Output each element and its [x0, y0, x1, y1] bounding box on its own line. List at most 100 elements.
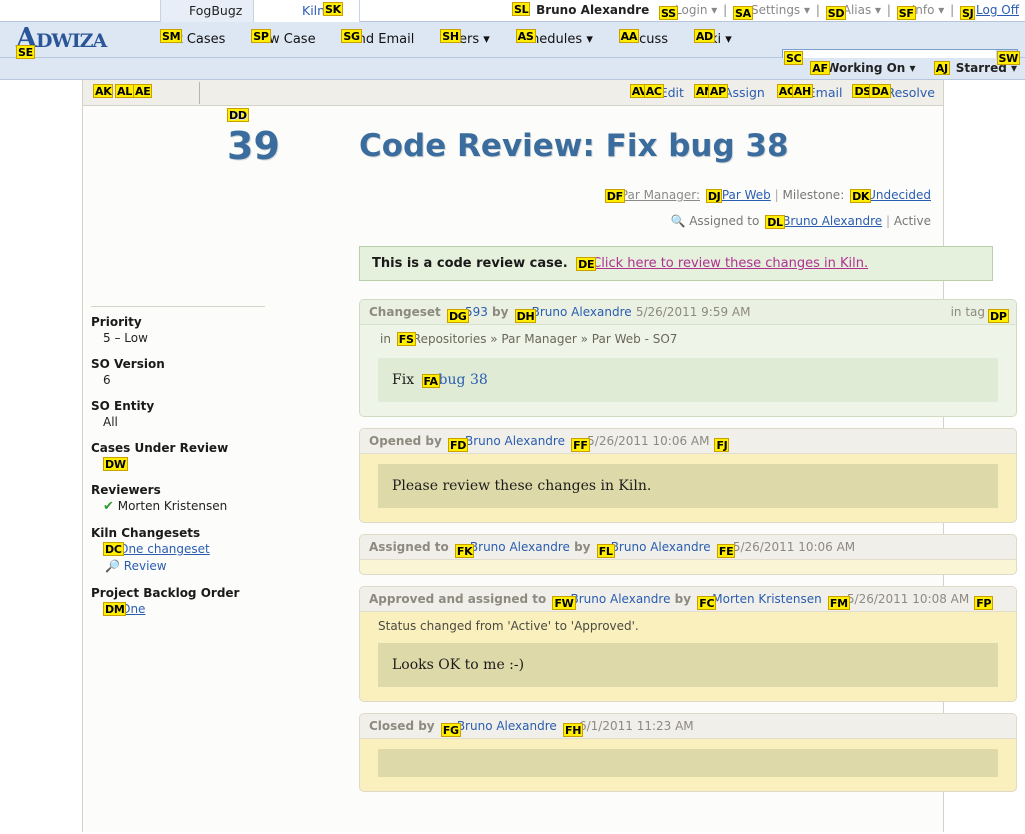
changeset-repo-path[interactable]: Repositories » Par Manager » Par Web - S…	[395, 332, 678, 346]
closed-prefix: Closed by	[369, 719, 435, 733]
hint-badge-de: DE	[576, 257, 597, 271]
event-assigned: Assigned to FK Bruno Alexandre by FL Bru…	[359, 534, 1017, 575]
event-closed-body	[378, 749, 998, 777]
case-event-list: Changeset DG 593 by DH Bruno Alexandre 5…	[359, 299, 1017, 792]
working-on-menu[interactable]: AF Working On ▾	[810, 58, 916, 79]
tab-divider	[199, 82, 200, 104]
event-changeset-body: Fix FA bug 38	[378, 358, 998, 402]
hint-badge-fa: FA	[421, 374, 440, 388]
hint-badge-dp: DP	[988, 309, 1009, 323]
event-approved: Approved and assigned to FW Bruno Alexan…	[359, 586, 1017, 702]
hint-badge-dg: DG	[446, 309, 469, 323]
hint-badge-ap: AP	[707, 84, 728, 98]
magnifier-icon: 🔍	[670, 214, 686, 228]
nav-discuss[interactable]: AA Discuss	[618, 29, 694, 47]
product-tab-fogbugz[interactable]: SK FogBugz	[160, 0, 343, 22]
sidebar-label-project-backlog-order: Project Backlog Order	[91, 586, 240, 600]
working-on-items: AF Working On ▾ AJ Starred ▾	[796, 58, 1017, 80]
hint-badge-fc: FC	[697, 596, 717, 610]
sidebar-review-link[interactable]: 🔎 Review	[91, 557, 265, 575]
hint-badge-fw: FW	[552, 596, 576, 610]
page-title: Code Review: Fix bug 38	[359, 128, 789, 164]
hint-badge-df: DF	[604, 189, 625, 203]
hint-badge-dj: DJ	[705, 189, 723, 203]
opened-timestamp: 5/26/2011 10:06 AM	[587, 434, 710, 448]
hint-badge-fe: FE	[716, 544, 736, 558]
hint-badge-fd: FD	[447, 438, 469, 452]
sidebar-label-kiln-changesets: Kiln Changesets	[91, 526, 201, 540]
nav-filters[interactable]: SH Filters ▾	[440, 29, 515, 47]
notice-kiln-link[interactable]: Click here to review these changes in Ki…	[572, 256, 868, 271]
assigned-by: by	[574, 540, 591, 554]
sidebar-value-cases-under-review[interactable]: DW	[91, 456, 265, 472]
changeset-timestamp: 5/26/2011 9:59 AM	[635, 305, 751, 319]
sidebar-value-kiln-changesets[interactable]: DC One changeset	[91, 541, 265, 557]
sidebar-reviewer-name: Morten Kristensen	[117, 499, 228, 513]
hint-badge-al: AL	[115, 84, 134, 98]
nav-send-email[interactable]: SG Send Email	[341, 29, 440, 47]
hint-badge-ae: AE	[133, 84, 153, 98]
sep-4: |	[950, 3, 955, 17]
event-approved-status: Status changed from 'Active' to 'Approve…	[378, 619, 639, 633]
case-action-resolve[interactable]: DS DA Resolve	[852, 80, 935, 105]
product-tab-kiln[interactable]: SL Kiln	[254, 0, 531, 22]
hint-badge-fm: FM	[827, 596, 850, 610]
sidebar-divider	[91, 306, 265, 307]
case-action-email[interactable]: AC AH Email	[776, 80, 842, 105]
check-icon: ✔	[103, 499, 114, 514]
case-content: DD 39 Code Review: Fix bug 38 DF Par Man…	[227, 106, 1017, 803]
case-sidebar: Priority 5 – Low SO Version 6 SO Entity …	[83, 106, 275, 628]
assigned-timestamp: 5/26/2011 10:06 AM	[732, 540, 856, 554]
nav-new-case[interactable]: SP New Case	[251, 29, 341, 47]
case-action-links: AV AC Edit AN AP Assign AC AH Email DS D…	[629, 80, 935, 106]
working-on-bar: AF Working On ▾ AJ Starred ▾	[0, 58, 1025, 80]
event-approved-body: Looks OK to me :-)	[378, 643, 998, 687]
user-name: Bruno Alexandre	[536, 3, 650, 17]
sep-3: |	[886, 3, 891, 17]
app-header: Adwiza SE SM List Cases SP New Case SG S…	[0, 22, 1025, 70]
changeset-body-prefix: Fix	[392, 372, 415, 388]
event-assigned-header: Assigned to FK Bruno Alexandre by FL Bru…	[360, 535, 1016, 560]
magnifier-plus-icon: 🔎	[105, 559, 120, 573]
product-tab-fogbugz-label: FogBugz	[189, 3, 243, 18]
hint-badge-fk: FK	[454, 544, 475, 558]
hint-badge-sf: SF	[896, 6, 916, 20]
meta-sep: |	[774, 188, 779, 202]
hint-badge-ff: FF	[571, 438, 590, 452]
hint-badge-dh: DH	[514, 309, 537, 323]
sidebar-group-cases-under-review: Cases Under Review DW	[91, 441, 265, 472]
case-action-edit[interactable]: AV AC Edit	[629, 80, 684, 105]
case-number-value: 39	[227, 124, 280, 168]
event-approved-header: Approved and assigned to FW Bruno Alexan…	[360, 587, 1016, 612]
hint-badge-aj: AJ	[933, 61, 950, 75]
event-closed: Closed by FG Bruno Alexandre FH 6/1/2011…	[359, 713, 1017, 792]
hint-badge-fl: FL	[596, 544, 615, 558]
event-opened-body: Please review these changes in Kiln.	[378, 464, 998, 508]
hint-badge-dw: DW	[103, 457, 128, 471]
sidebar-group-reviewers: Reviewers ✔ Morten Kristensen	[91, 483, 265, 515]
changeset-prefix: Changeset	[369, 305, 441, 319]
opened-prefix: Opened by	[369, 434, 442, 448]
meta-sep-2: |	[886, 214, 891, 228]
main-navigation: SM List Cases SP New Case SG Send Email …	[160, 29, 754, 47]
sidebar-value-so-version: 6	[103, 373, 111, 387]
sidebar-label-priority: Priority	[91, 315, 142, 329]
case-action-assign[interactable]: AN AP Assign	[693, 80, 765, 105]
event-opened: Opened by FD Bruno Alexandre FF 5/26/201…	[359, 428, 1017, 523]
hint-badge-dl: DL	[765, 215, 785, 229]
sidebar-value-project-backlog-order[interactable]: DM One	[91, 601, 265, 617]
code-review-notice: This is a code review case. DE Click her…	[359, 246, 993, 281]
nav-list-cases[interactable]: SM List Cases	[160, 29, 251, 47]
hint-badge-ak: AK	[93, 84, 114, 98]
nav-schedules[interactable]: AS Schedules ▾	[515, 29, 619, 47]
hint-badge-af: AF	[810, 61, 830, 75]
hint-badge-as: AS	[515, 29, 536, 43]
hint-badge-sp: SP	[251, 29, 271, 43]
nav-wiki[interactable]: AD Wiki ▾	[693, 29, 754, 47]
sidebar-group-project-backlog-order: Project Backlog Order DM One	[91, 586, 265, 617]
changeset-tag-area: in tag DP	[951, 300, 1009, 324]
sidebar-group-so-entity: SO Entity All	[91, 399, 265, 430]
approved-prefix: Approved and assigned to	[369, 592, 547, 606]
event-assigned-body	[360, 560, 1016, 574]
hint-badge-sw: SW	[996, 51, 1020, 65]
